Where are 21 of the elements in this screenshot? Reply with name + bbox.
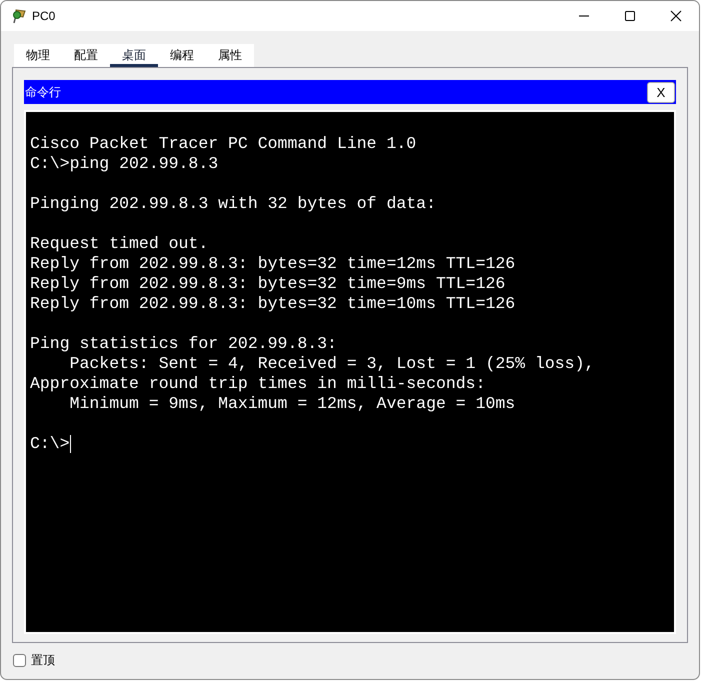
close-icon[interactable] [670,10,682,22]
terminal-line: Request timed out. [30,234,210,254]
panel-title: 命令行 [25,84,61,100]
text-cursor [70,435,71,453]
terminal-line: Cisco Packet Tracer PC Command Line 1.0 [30,134,418,154]
app-icon [11,8,27,24]
checkbox-label: 置顶 [31,652,55,668]
terminal-line: Reply from 202.99.8.3: bytes=32 time=12ms TTL=126 [30,254,516,274]
terminal-line: C:\> [30,434,70,454]
terminal-line: Packets: Sent = 4, Received = 3, Lost = 1 (25% loss), [68,354,596,374]
checkbox[interactable] [13,654,26,666]
maximize-icon[interactable] [624,10,636,22]
terminal-line: Ping statistics for 202.99.8.3: [30,334,338,354]
window-title: PC0 [32,9,56,23]
terminal-line: Approximate round trip times in milli-seconds: [30,374,486,394]
terminal-line: Reply from 202.99.8.3: bytes=32 time=9ms TTL=126 [30,274,506,294]
terminal-line: C:\>ping 202.99.8.3 [30,154,220,174]
terminal-line: Pinging 202.99.8.3 with 32 bytes of data: [30,194,437,214]
terminal-line: Reply from 202.99.8.3: bytes=32 time=10ms TTL=126 [30,294,516,314]
close-panel-button[interactable]: X [647,82,675,102]
terminal-line: Minimum = 9ms, Maximum = 12ms, Average = 10ms [68,394,516,414]
